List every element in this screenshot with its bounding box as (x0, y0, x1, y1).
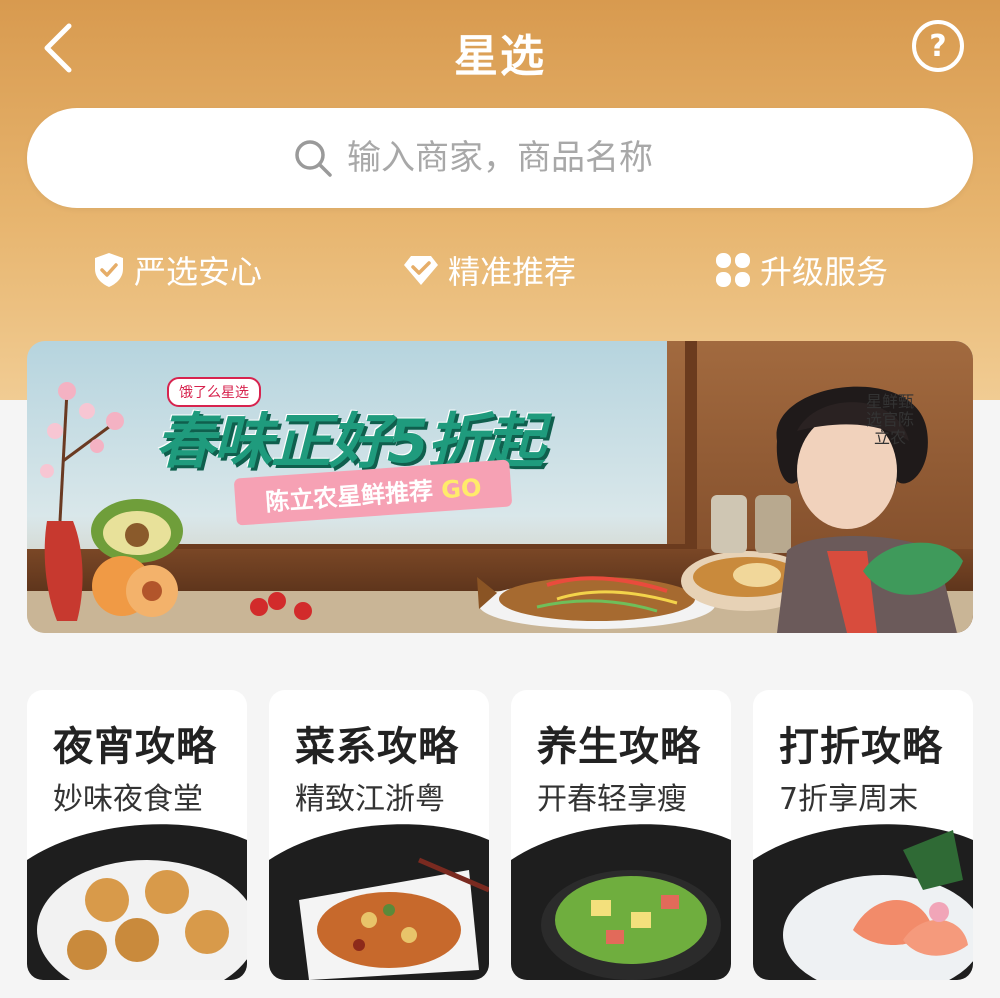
card-subtitle: 妙味夜食堂 (53, 782, 203, 817)
feature-strip: 严选安心 精准推荐 升级服务 (0, 240, 1000, 300)
card-title: 养生攻略 (537, 724, 701, 770)
promo-banner[interactable]: 饿了么星选 春味正好5折起 陈立农星鲜推荐 GO 星鲜甄选官陈立农 (27, 341, 973, 633)
card-discount[interactable]: 打折攻略 7折享周末 (753, 690, 973, 980)
search-icon (295, 140, 332, 177)
feature-item-precise-recommend: 精准推荐 (402, 240, 576, 300)
guide-cards: 夜宵攻略 妙味夜食堂 菜系攻略 精致江浙粤 养生攻略 开春轻享瘦 打折攻略 7折… (27, 690, 973, 980)
card-subtitle: 7折享周末 (779, 782, 919, 817)
search-bar[interactable] (27, 108, 973, 208)
sashimi-photo (753, 824, 973, 980)
shield-check-icon (95, 253, 123, 287)
stir-fry-photo (269, 824, 489, 980)
search-input[interactable] (345, 137, 709, 179)
card-late-night-snack[interactable]: 夜宵攻略 妙味夜食堂 (27, 690, 247, 980)
cherries-illustration (250, 592, 312, 620)
card-title: 菜系攻略 (295, 724, 459, 770)
page-title: 星选 (454, 31, 546, 82)
feature-label: 严选安心 (134, 253, 263, 291)
card-title: 夜宵攻略 (53, 724, 217, 770)
card-title: 打折攻略 (779, 724, 943, 770)
feature-item-strict-selection: 严选安心 (92, 240, 262, 300)
scallops-photo (27, 824, 247, 980)
feature-label: 精准推荐 (448, 253, 577, 291)
salad-photo (511, 824, 731, 980)
banner-go-label: GO (440, 473, 483, 505)
feature-item-upgrade-service: 升级服务 (714, 240, 888, 300)
feature-label: 升级服务 (760, 253, 889, 291)
card-subtitle: 精致江浙粤 (295, 782, 445, 817)
banner-celebrity-tag: 星鲜甄选官陈立农 (865, 392, 914, 447)
question-mark-icon: ? (929, 28, 947, 64)
card-health[interactable]: 养生攻略 开春轻享瘦 (511, 690, 731, 980)
help-button[interactable]: ? (912, 20, 964, 72)
clover-icon (716, 253, 750, 287)
diamond-check-icon (404, 256, 438, 285)
fruit-illustration (91, 499, 183, 617)
banner-subtitle-text: 陈立农星鲜推荐 (264, 476, 435, 517)
card-subtitle: 开春轻享瘦 (537, 782, 687, 817)
leaf-illustration (863, 542, 963, 595)
top-bar: 星选 ? (0, 0, 1000, 100)
card-cuisine[interactable]: 菜系攻略 精致江浙粤 (269, 690, 489, 980)
